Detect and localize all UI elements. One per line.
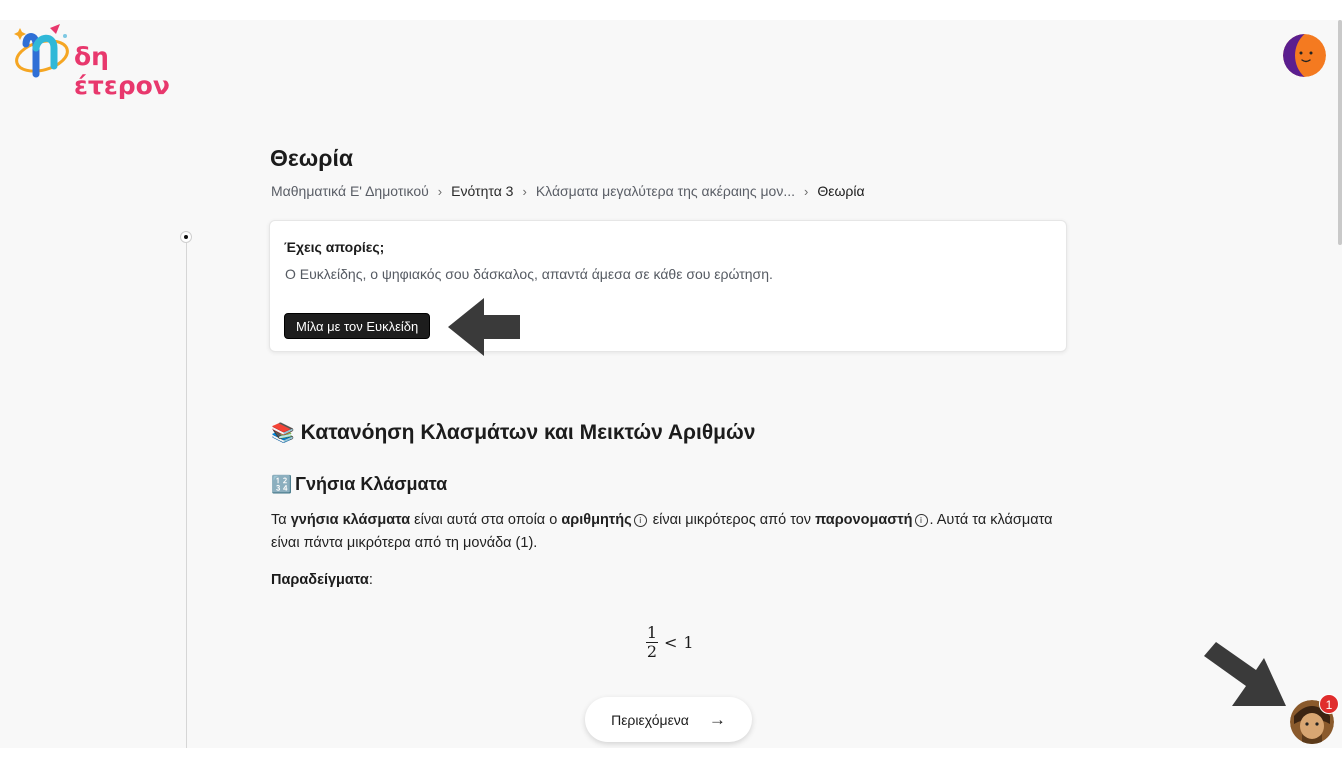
examples-label: Παραδείγματα: [271,572,373,588]
logo-text: δη έτερον [74,42,170,100]
examples-colon: : [368,572,373,588]
talk-to-euclid-button[interactable]: Μίλα με τον Ευκλείδη [284,313,431,339]
user-avatar[interactable] [1283,34,1326,77]
paragraph-text: Τα [271,512,291,528]
avatar-face-icon [1283,34,1326,77]
books-icon: 📚 [271,423,295,444]
breadcrumb-separator-icon: › [804,183,809,199]
bottom-strip [0,748,1342,768]
contents-button-label: Περιεχόμενα [611,711,689,728]
contents-button[interactable]: Περιεχόμενα → [585,697,752,742]
numbers-icon: 🔢 [271,474,293,494]
fraction-numerator: 1 [646,623,658,642]
fraction-denominator: 2 [646,642,658,661]
breadcrumb-item-current: Θεωρία [817,183,865,199]
term-proper-fractions: γνήσια κλάσματα [290,512,411,528]
subsection-heading: 🔢 Γνήσια Κλάσματα [271,474,447,495]
content-paragraph: Τα γνήσια κλάσματα είναι αυτά στα οποία … [271,509,1061,555]
breadcrumb-separator-icon: › [437,183,443,199]
paragraph-text: είναι αυτά στα οποία ο [410,512,562,528]
examples-label-text: Παραδείγματα [271,572,369,588]
term-numerator[interactable]: αριθμητής [561,512,631,528]
site-logo[interactable]: δη έτερον [10,22,182,100]
math-example: 1 2 < 1 [646,624,694,661]
annotation-arrow-left-icon [448,298,520,356]
logo-mark-icon [14,24,69,78]
info-icon[interactable]: i [633,513,647,527]
breadcrumb-item-course[interactable]: Μαθηματικά Ε' Δημοτικού [271,183,429,199]
term-denominator[interactable]: παρονομαστή [815,512,912,528]
notification-badge: 1 [1319,694,1339,714]
info-icon[interactable]: i [914,513,928,527]
math-rhs: 1 [683,633,694,652]
help-card-title: Έχεις απορίες; [284,239,385,255]
help-card-description: Ο Ευκλείδης, ο ψηφιακός σου δάσκαλος, απ… [285,266,773,282]
annotation-arrow-diagonal-icon [1204,642,1286,706]
arrow-right-icon: → [708,709,726,729]
page-scrollbar[interactable] [1338,20,1342,245]
page-background: δη έτερον Θεωρία Μαθηματικά Ε' Δημοτικού… [0,20,1342,748]
page-title: Θεωρία [270,145,353,171]
fraction: 1 2 [646,624,658,661]
timeline-current-dot [180,231,192,243]
breadcrumb-item-lesson[interactable]: Κλάσματα μεγαλύτερα της ακέραιης μον... [536,183,795,199]
subsection-heading-text: Γνήσια Κλάσματα [295,474,448,494]
breadcrumb-item-unit[interactable]: Ενότητα 3 [451,183,513,199]
progress-timeline [186,238,187,748]
help-card: Έχεις απορίες; Ο Ευκλείδης, ο ψηφιακός σ… [269,220,1067,352]
breadcrumb: Μαθηματικά Ε' Δημοτικού › Ενότητα 3 › Κλ… [271,183,865,199]
section-heading: 📚 Κατανόηση Κλασμάτων και Μεικτών Αριθμώ… [271,421,755,445]
breadcrumb-separator-icon: › [522,183,527,199]
section-heading-text: Κατανόηση Κλασμάτων και Μεικτών Αριθμών [300,421,756,444]
paragraph-text: είναι μικρότερος από τον [648,512,816,528]
math-relation: < [664,633,678,652]
